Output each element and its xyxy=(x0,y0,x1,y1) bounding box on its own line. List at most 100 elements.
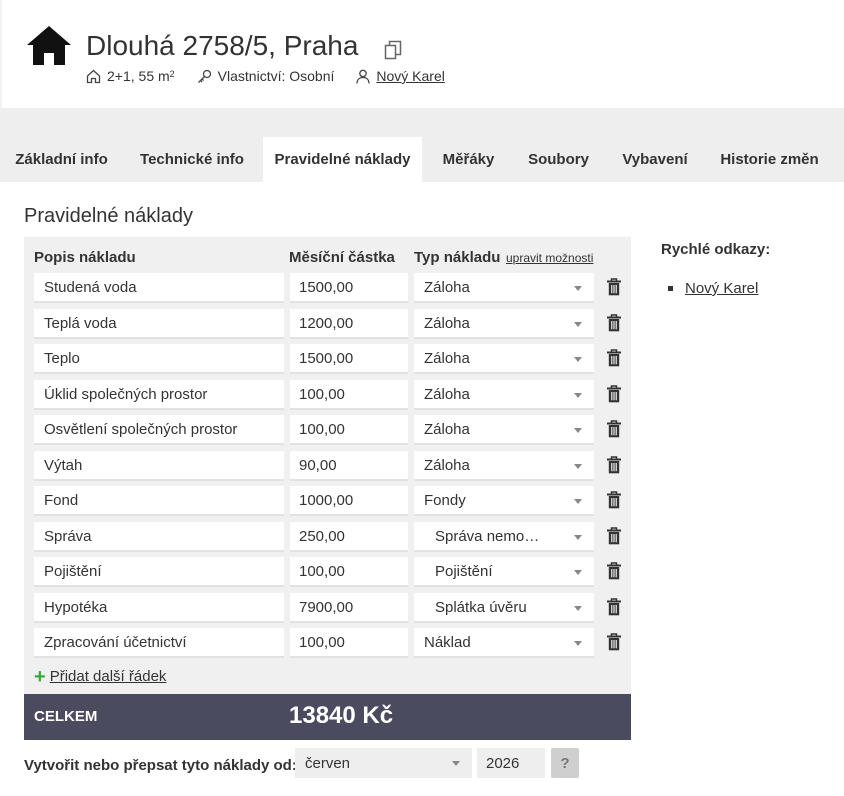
description-input[interactable]: Správa xyxy=(34,522,284,552)
bullet-icon xyxy=(668,286,673,291)
add-row-link[interactable]: Přidat další řádek xyxy=(50,668,167,685)
amount-input[interactable]: 1200,00 xyxy=(290,309,408,339)
description-input[interactable]: Pojištění xyxy=(34,557,284,587)
home-icon xyxy=(27,26,71,65)
description-input[interactable]: Fond xyxy=(34,486,284,516)
total-bar: CELKEM 13840 Kč xyxy=(24,694,631,740)
type-select[interactable]: Pojištění xyxy=(414,557,594,587)
owner-link[interactable]: Nový Karel xyxy=(376,68,444,84)
type-select[interactable]: Fondy xyxy=(414,486,594,516)
tab-pravidelne-naklady[interactable]: Pravidelné náklady xyxy=(263,137,422,182)
month-select[interactable]: červen xyxy=(295,748,472,778)
chevron-down-icon xyxy=(574,393,582,398)
chevron-down-icon xyxy=(574,322,582,327)
section-title: Pravidelné náklady xyxy=(24,205,193,227)
description-input[interactable]: Výtah xyxy=(34,451,284,481)
type-select-value: Záloha xyxy=(424,349,470,367)
edit-options-link[interactable]: upravit možnosti xyxy=(506,251,593,265)
tab-zakladni-info[interactable]: Základní info xyxy=(2,137,121,182)
trash-icon[interactable] xyxy=(606,349,622,367)
amount-input[interactable]: 1000,00 xyxy=(290,486,408,516)
property-meta: 2+1, 55 m2 Vlastnictví: Osobní Nový Kare… xyxy=(86,68,467,84)
table-row: Teplo 1500,00 Záloha xyxy=(0,344,844,374)
trash-icon[interactable] xyxy=(606,278,622,296)
column-header-description: Popis nákladu xyxy=(34,249,136,266)
trash-icon[interactable] xyxy=(606,456,622,474)
tab-technicke-info[interactable]: Technické info xyxy=(127,137,257,182)
description-input[interactable]: Teplo xyxy=(34,344,284,374)
layout-info: 2+1, 55 m2 xyxy=(86,68,175,84)
type-select[interactable]: Záloha xyxy=(414,273,594,303)
trash-icon[interactable] xyxy=(606,527,622,545)
description-input[interactable]: Hypotéka xyxy=(34,593,284,623)
year-input[interactable]: 2026 xyxy=(477,748,545,778)
total-value: 13840 Kč xyxy=(289,702,394,729)
trash-icon[interactable] xyxy=(606,314,622,332)
quick-link-owner[interactable]: Nový Karel xyxy=(685,280,758,297)
table-row: Pojištění 100,00 Pojištění xyxy=(0,557,844,587)
amount-input[interactable]: 1500,00 xyxy=(290,344,408,374)
help-button[interactable]: ? xyxy=(551,748,579,778)
type-select[interactable]: Náklad xyxy=(414,628,594,658)
plus-icon: + xyxy=(34,665,46,688)
create-from-label: Vytvořit nebo přepsat tyto náklady od: xyxy=(24,757,297,774)
total-label: CELKEM xyxy=(34,708,98,725)
tab-meraky[interactable]: Měřáky xyxy=(428,137,509,182)
trash-icon[interactable] xyxy=(606,491,622,509)
type-select-value: Záloha xyxy=(424,456,470,474)
type-select-value: Záloha xyxy=(424,314,470,332)
type-select-value: Záloha xyxy=(424,278,470,296)
description-input[interactable]: Studená voda xyxy=(34,273,284,303)
type-select-value: Záloha xyxy=(424,385,470,403)
amount-input[interactable]: 1500,00 xyxy=(290,273,408,303)
tab-vybaveni[interactable]: Vybavení xyxy=(608,137,702,182)
ownership-text: Vlastnictví: Osobní xyxy=(217,68,335,84)
trash-icon[interactable] xyxy=(606,562,622,580)
house-outline-icon xyxy=(86,69,101,83)
amount-input[interactable]: 100,00 xyxy=(290,628,408,658)
description-input[interactable]: Úklid společných prostor xyxy=(34,380,284,410)
column-header-type: Typ nákladu xyxy=(414,249,501,266)
table-row: Fond 1000,00 Fondy xyxy=(0,486,844,516)
amount-input[interactable]: 100,00 xyxy=(290,557,408,587)
tab-historie-zmen[interactable]: Historie změn xyxy=(708,137,831,182)
trash-icon[interactable] xyxy=(606,633,622,651)
type-select[interactable]: Správa nemo… xyxy=(414,522,594,552)
table-row: Výtah 90,00 Záloha xyxy=(0,451,844,481)
trash-icon[interactable] xyxy=(606,385,622,403)
chevron-down-icon xyxy=(574,428,582,433)
type-select[interactable]: Záloha xyxy=(414,309,594,339)
description-input[interactable]: Teplá voda xyxy=(34,309,284,339)
description-input[interactable]: Osvětlení společných prostor xyxy=(34,415,284,445)
chevron-down-icon xyxy=(574,535,582,540)
trash-icon[interactable] xyxy=(606,598,622,616)
tab-soubory[interactable]: Soubory xyxy=(515,137,602,182)
amount-input[interactable]: 7900,00 xyxy=(290,593,408,623)
column-header-amount: Měsíční částka xyxy=(289,249,395,266)
type-select[interactable]: Záloha xyxy=(414,380,594,410)
amount-input[interactable]: 90,00 xyxy=(290,451,408,481)
type-select[interactable]: Záloha xyxy=(414,451,594,481)
person-icon xyxy=(356,69,371,84)
add-row[interactable]: + Přidat další řádek xyxy=(34,665,167,688)
key-icon xyxy=(197,69,211,83)
amount-input[interactable]: 250,00 xyxy=(290,522,408,552)
property-title: Dlouhá 2758/5, Praha xyxy=(86,30,359,61)
chevron-down-icon xyxy=(574,606,582,611)
quick-link-item: Nový Karel xyxy=(668,280,758,297)
type-select[interactable]: Záloha xyxy=(414,415,594,445)
type-select[interactable]: Splátka úvěru xyxy=(414,593,594,623)
trash-icon[interactable] xyxy=(606,420,622,438)
table-row: Úklid společných prostor 100,00 Záloha xyxy=(0,380,844,410)
type-select-value: Náklad xyxy=(424,633,471,651)
chevron-down-icon xyxy=(574,641,582,646)
amount-input[interactable]: 100,00 xyxy=(290,380,408,410)
type-select-value: Záloha xyxy=(424,420,470,438)
copy-icon[interactable] xyxy=(384,40,402,60)
amount-input[interactable]: 100,00 xyxy=(290,415,408,445)
description-input[interactable]: Zpracování účetnictví xyxy=(34,628,284,658)
page-header: Dlouhá 2758/5, Praha 2+1, 55 m2 Vlastnic… xyxy=(0,0,844,108)
chevron-down-icon xyxy=(574,499,582,504)
chevron-down-icon xyxy=(574,286,582,291)
type-select[interactable]: Záloha xyxy=(414,344,594,374)
